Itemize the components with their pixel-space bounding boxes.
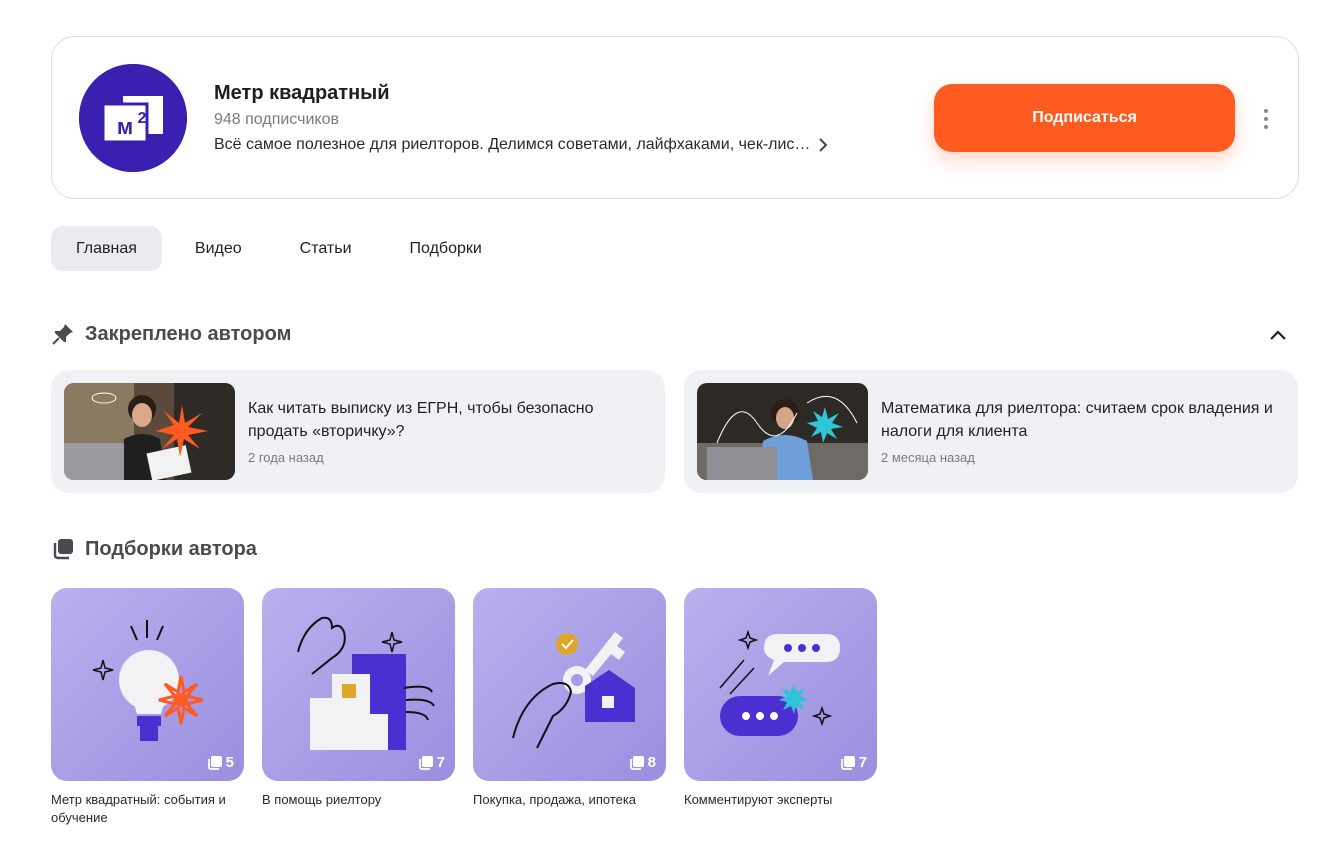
collection-title: В помощь риелтору <box>262 792 382 807</box>
pinned-item[interactable]: Математика для риелтора: считаем срок вл… <box>684 370 1298 493</box>
more-options-icon[interactable] <box>1252 105 1280 133</box>
tab-main[interactable]: Главная <box>51 226 162 271</box>
collection-stack-icon <box>629 755 644 770</box>
collection-card[interactable]: 5 Метр квадратный: события и обучение <box>51 588 244 827</box>
collection-count: 8 <box>629 754 656 771</box>
collection-card[interactable]: 7 Комментируют эксперты <box>684 588 877 809</box>
collection-stack-icon <box>53 539 73 560</box>
channel-header-card: м 2 Метр квадратный 948 подписчиков Всё … <box>51 36 1299 199</box>
ok-hand-building-illustration-icon <box>262 588 455 781</box>
chevron-right-icon <box>819 138 828 152</box>
pinned-item-date: 2 года назад <box>248 450 324 465</box>
chat-bubbles-illustration-icon <box>684 588 877 781</box>
tab-collections[interactable]: Подборки <box>385 226 507 271</box>
pinned-item-date: 2 месяца назад <box>881 450 975 465</box>
collection-stack-icon <box>207 755 222 770</box>
svg-text:2: 2 <box>138 110 147 127</box>
channel-info: Метр квадратный 948 подписчиков Всё само… <box>214 81 894 155</box>
channel-tabs: Главная Видео Статьи Подборки <box>51 226 515 271</box>
subscriber-count: 948 подписчиков <box>214 111 339 128</box>
tab-articles[interactable]: Статьи <box>275 226 377 271</box>
subscribe-button[interactable]: Подписаться <box>934 84 1235 152</box>
collections-section-header: Подборки автора <box>51 537 257 561</box>
collection-stack-icon <box>840 755 855 770</box>
chevron-up-icon[interactable] <box>1266 324 1290 348</box>
video-thumbnail <box>64 383 235 480</box>
channel-description-text: Всё самое полезное для риелторов. Делимс… <box>214 136 811 153</box>
collection-cover: 8 <box>473 588 666 781</box>
pinned-item-title: Как читать выписку из ЕГРН, чтобы безопа… <box>248 400 594 440</box>
collection-card[interactable]: 7 В помощь риелтору <box>262 588 455 809</box>
collection-cover: 5 <box>51 588 244 781</box>
channel-title: Метр квадратный <box>214 82 390 104</box>
collection-title: Комментируют эксперты <box>684 792 833 807</box>
svg-text:м: м <box>117 114 133 139</box>
key-house-illustration-icon <box>473 588 666 781</box>
video-thumbnail <box>697 383 868 480</box>
collection-cover: 7 <box>262 588 455 781</box>
pinned-section-header: Закреплено автором <box>51 322 291 346</box>
collection-card[interactable]: 8 Покупка, продажа, ипотека <box>473 588 666 809</box>
collections-heading: Подборки автора <box>85 537 257 560</box>
collection-title: Покупка, продажа, ипотека <box>473 792 637 807</box>
collection-count: 5 <box>207 754 234 771</box>
channel-avatar[interactable]: м 2 <box>79 64 187 172</box>
pinned-heading: Закреплено автором <box>85 322 292 345</box>
channel-description[interactable]: Всё самое полезное для риелторов. Делимс… <box>214 135 894 155</box>
pin-icon <box>52 324 73 345</box>
collection-stack-icon <box>418 755 433 770</box>
collection-count: 7 <box>840 754 867 771</box>
collection-count: 7 <box>418 754 445 771</box>
pinned-item-title: Математика для риелтора: считаем срок вл… <box>881 400 1273 440</box>
collection-cover: 7 <box>684 588 877 781</box>
m2-logo-icon: м 2 <box>79 64 187 172</box>
collection-title: Метр квадратный: события и обучение <box>51 792 226 825</box>
pinned-item[interactable]: Как читать выписку из ЕГРН, чтобы безопа… <box>51 370 665 493</box>
tab-video[interactable]: Видео <box>170 226 267 271</box>
lightbulb-illustration-icon <box>51 588 244 781</box>
